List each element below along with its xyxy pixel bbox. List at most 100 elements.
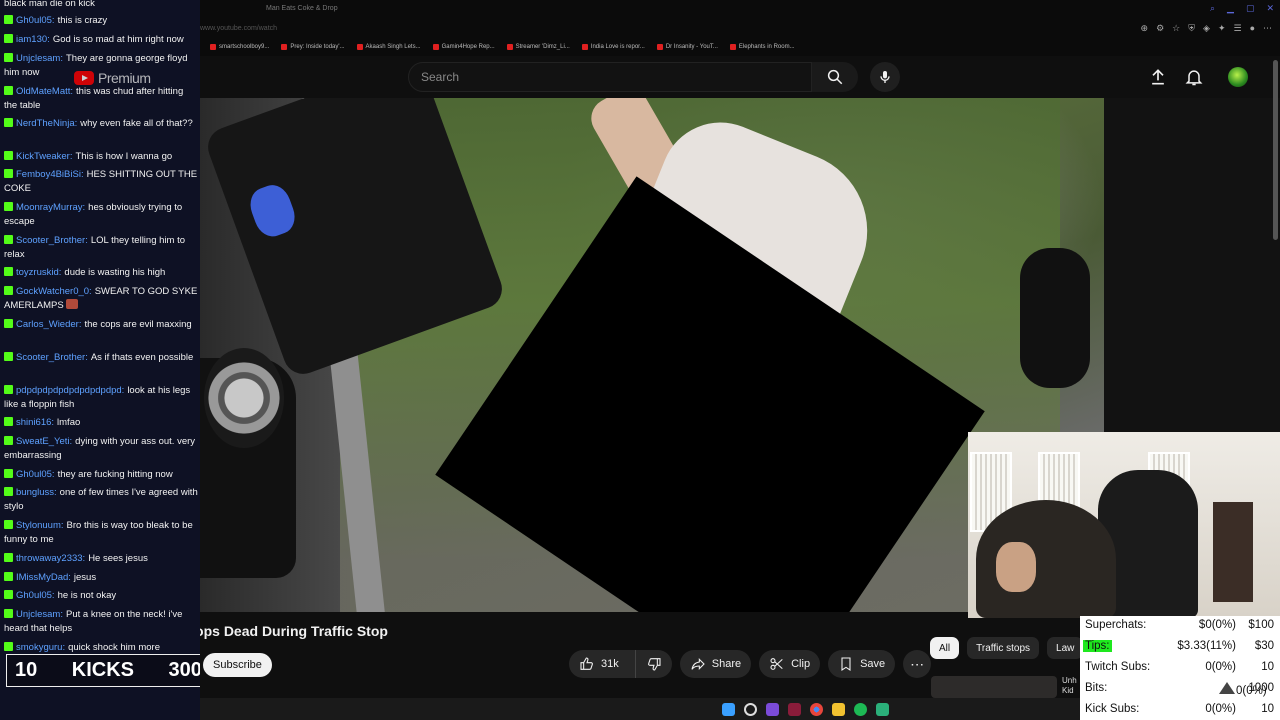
chat-username[interactable]: Gh0ul05 — [16, 469, 58, 480]
app-icon[interactable] — [875, 702, 889, 716]
video-actions: 31k Share Clip Save ⋯ — [569, 650, 932, 678]
folder-icon[interactable] — [831, 702, 845, 716]
search-input[interactable] — [409, 63, 811, 91]
windows-start-icon[interactable] — [721, 702, 735, 716]
chat-username[interactable]: Stylonuum — [16, 520, 67, 531]
chat-message: Gh0ul05this is crazy — [4, 14, 198, 28]
chat-username[interactable]: IMissMyDad — [16, 572, 74, 583]
chat-username[interactable]: GockWatcher0_0 — [16, 286, 95, 297]
bookmark-item[interactable]: India Love is repor... — [581, 44, 645, 50]
youtube-favicon-icon — [210, 44, 216, 50]
chat-username[interactable]: iam130 — [16, 34, 53, 45]
stat-superchats: Superchats: $0(0%) $100 — [1085, 619, 1274, 631]
kick-badge-icon — [4, 34, 13, 43]
more-horizontal-icon: ⋯ — [910, 656, 925, 672]
zoom-icon[interactable]: ⊕ — [1141, 23, 1149, 34]
browser-tab-title[interactable]: Man Eats Coke & Drop — [266, 5, 338, 12]
shield-icon[interactable]: ⛨ — [1188, 23, 1195, 34]
chat-text: they are fucking hitting now — [57, 469, 173, 480]
chat-username[interactable]: throwaway2333 — [16, 553, 88, 564]
chat-username[interactable]: pdpdpdpdpdpdpdpdpdpd — [16, 385, 127, 396]
minimize-icon[interactable]: ▁ — [1227, 3, 1234, 14]
chip-all[interactable]: All — [930, 637, 960, 659]
taskbar — [200, 698, 1080, 720]
spotify-icon[interactable] — [853, 702, 867, 716]
donation-stats-panel: Superchats: $0(0%) $100 Tips: $3.33(11%)… — [1080, 616, 1280, 720]
settings-icon[interactable]: ⚙ — [1156, 23, 1164, 34]
subscribe-button[interactable]: Subscribe — [203, 653, 272, 677]
kick-badge-icon — [4, 15, 13, 24]
bookmark-item[interactable]: Akaash Singh Lets... — [356, 44, 421, 50]
chip-traffic-stops[interactable]: Traffic stops — [967, 637, 1040, 659]
chat-message: Gh0ul05they are fucking hitting now — [4, 468, 198, 482]
chat-message: throwaway2333He sees jesus — [4, 552, 198, 566]
chat-username[interactable]: OldMateMatt — [16, 86, 76, 97]
chat-username[interactable]: toyzruskid — [16, 267, 64, 278]
more-actions-button[interactable]: ⋯ — [903, 650, 932, 678]
youtube-logo[interactable]: Premium — [74, 70, 151, 86]
profile-icon[interactable]: ● — [1250, 23, 1255, 34]
menu-icon[interactable]: ⋯ — [1263, 23, 1272, 34]
bookmark-item[interactable]: smartschoolboy9... — [210, 44, 269, 50]
microphone-icon — [880, 71, 890, 83]
clip-button[interactable]: Clip — [759, 650, 821, 678]
bookmark-item[interactable]: Prey: Inside today'... — [281, 44, 345, 50]
search-tabs-icon[interactable]: ⌕ — [1210, 3, 1215, 14]
chat-username[interactable]: NerdTheNinja — [16, 118, 80, 129]
maximize-icon[interactable]: ▢ — [1246, 3, 1255, 14]
save-button[interactable]: Save — [828, 650, 896, 678]
bookmark-item[interactable]: Elephants in Room... — [729, 44, 795, 50]
suggested-video-thumbnail[interactable] — [931, 676, 1057, 698]
chat-text: quick shock him more — [68, 642, 160, 653]
bookmark-item[interactable]: Dr Insanity - YouT... — [656, 44, 718, 50]
kicks-label: KICKS — [71, 659, 134, 681]
url-text[interactable]: www.youtube.com/watch — [200, 25, 277, 32]
discord-icon[interactable] — [765, 702, 779, 716]
chat-username[interactable]: KickTweaker — [16, 151, 76, 162]
notifications-button[interactable] — [1184, 67, 1204, 92]
obs-icon[interactable] — [787, 702, 801, 716]
chrome-icon[interactable] — [809, 702, 823, 716]
create-button[interactable] — [1148, 67, 1168, 92]
chat-text: black man die on kick — [4, 0, 95, 9]
stream-chat: black man die on kick Gh0ul05this is craz… — [0, 0, 200, 720]
star-icon[interactable]: ☆ — [1172, 23, 1180, 34]
chat-message: shini616lmfao — [4, 416, 198, 430]
chat-username[interactable]: Gh0ul05 — [16, 15, 58, 26]
voice-search-button[interactable] — [870, 62, 900, 92]
extension-icon[interactable]: ◈ — [1203, 23, 1210, 34]
like-button[interactable]: 31k — [569, 650, 629, 678]
page-scrollbar[interactable] — [1273, 60, 1278, 240]
bookmark-icon[interactable]: ☰ — [1233, 23, 1241, 34]
bookmark-item[interactable]: Gamin4Hope Rep... — [432, 44, 495, 50]
puzzle-icon[interactable]: ✦ — [1218, 23, 1226, 34]
chat-username[interactable]: Carlos_Wieder — [16, 319, 84, 330]
chat-username[interactable]: Unjclesam — [16, 53, 66, 64]
search-taskbar-icon[interactable] — [743, 702, 757, 716]
chat-username[interactable]: Scooter_Brother — [16, 352, 91, 363]
share-button[interactable]: Share — [679, 650, 752, 678]
chat-username[interactable]: smokyguru — [16, 642, 68, 653]
chat-username[interactable]: Unjclesam — [16, 609, 66, 620]
chip-law[interactable]: Law — [1047, 637, 1084, 659]
kick-badge-icon — [4, 319, 13, 328]
kick-badge-icon — [4, 487, 13, 496]
chat-message: KickTweakerThis is how I wanna go — [4, 150, 198, 164]
close-icon[interactable]: ✕ — [1266, 3, 1274, 14]
account-avatar[interactable] — [1228, 67, 1248, 87]
dislike-button[interactable] — [634, 650, 672, 678]
chat-username[interactable]: Gh0ul05 — [16, 590, 58, 601]
youtube-play-icon — [74, 71, 94, 85]
chat-username[interactable]: Scooter_Brother — [16, 235, 91, 246]
kick-badge-icon — [4, 151, 13, 160]
kick-badge-icon — [4, 520, 13, 529]
suggested-video-title[interactable]: Unh Kid — [1062, 676, 1077, 696]
chat-username[interactable]: bungluss — [16, 487, 60, 498]
youtube-favicon-icon — [432, 44, 439, 50]
chat-username[interactable]: Femboy4BiBiSi — [16, 169, 87, 180]
bookmark-item[interactable]: Streamer 'Dimz_Li... — [506, 44, 570, 50]
chat-username[interactable]: MoonrayMurray — [16, 202, 88, 213]
chat-username[interactable]: shini616 — [16, 417, 57, 428]
search-button[interactable] — [812, 62, 858, 92]
chat-username[interactable]: SweatE_Yeti — [16, 436, 75, 447]
